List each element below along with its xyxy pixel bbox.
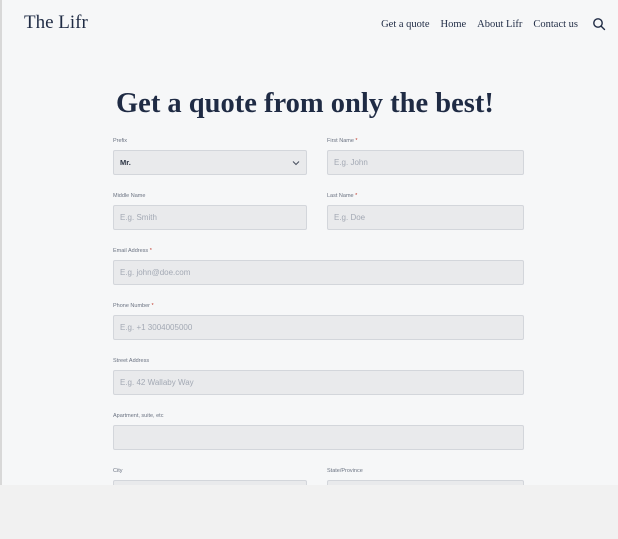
last-name-label: Last Name * xyxy=(327,193,358,199)
phone-input[interactable]: E.g. +1 3004005000 xyxy=(113,315,524,340)
street-field: Street Address E.g. 42 Wallaby Way xyxy=(113,358,524,395)
street-label: Street Address xyxy=(113,358,150,364)
apartment-input[interactable] xyxy=(113,425,524,450)
email-field: Email Address * E.g. john@doe.com xyxy=(113,248,524,285)
nav-contact[interactable]: Contact us xyxy=(533,19,578,30)
prefix-field: Prefix Mr. xyxy=(113,138,307,175)
middle-name-field: Middle Name E.g. Smith xyxy=(113,193,307,230)
city-label: City xyxy=(113,468,123,474)
email-label: Email Address * xyxy=(113,248,152,254)
apartment-field: Apartment, suite, etc xyxy=(113,413,524,450)
middle-name-input[interactable]: E.g. Smith xyxy=(113,205,307,230)
chevron-down-icon xyxy=(292,159,300,167)
page-title: Get a quote from only the best! xyxy=(116,88,494,119)
street-input[interactable]: E.g. 42 Wallaby Way xyxy=(113,370,524,395)
first-name-field: First Name * E.g. John xyxy=(327,138,524,175)
prefix-value: Mr. xyxy=(120,158,131,167)
first-name-input[interactable]: E.g. John xyxy=(327,150,524,175)
brand-logo[interactable]: The Lifr xyxy=(24,12,88,34)
first-name-label: First Name * xyxy=(327,138,358,144)
main-nav: Get a quote Home About Lifr Contact us xyxy=(370,17,606,31)
nav-get-a-quote[interactable]: Get a quote xyxy=(381,19,429,30)
apartment-label: Apartment, suite, etc xyxy=(113,413,164,419)
state-label: State/Province xyxy=(327,468,363,474)
phone-field: Phone Number * E.g. +1 3004005000 xyxy=(113,303,524,340)
page: The Lifr Get a quote Home About Lifr Con… xyxy=(0,0,618,488)
last-name-field: Last Name * E.g. Doe xyxy=(327,193,524,230)
nav-about[interactable]: About Lifr xyxy=(477,19,522,30)
bottom-band xyxy=(0,485,618,539)
last-name-input[interactable]: E.g. Doe xyxy=(327,205,524,230)
search-icon[interactable] xyxy=(592,17,606,31)
prefix-select[interactable]: Mr. xyxy=(113,150,307,175)
middle-name-label: Middle Name xyxy=(113,193,146,199)
email-input[interactable]: E.g. john@doe.com xyxy=(113,260,524,285)
nav-home[interactable]: Home xyxy=(441,19,467,30)
phone-label: Phone Number * xyxy=(113,303,154,309)
prefix-label: Prefix xyxy=(113,138,128,144)
